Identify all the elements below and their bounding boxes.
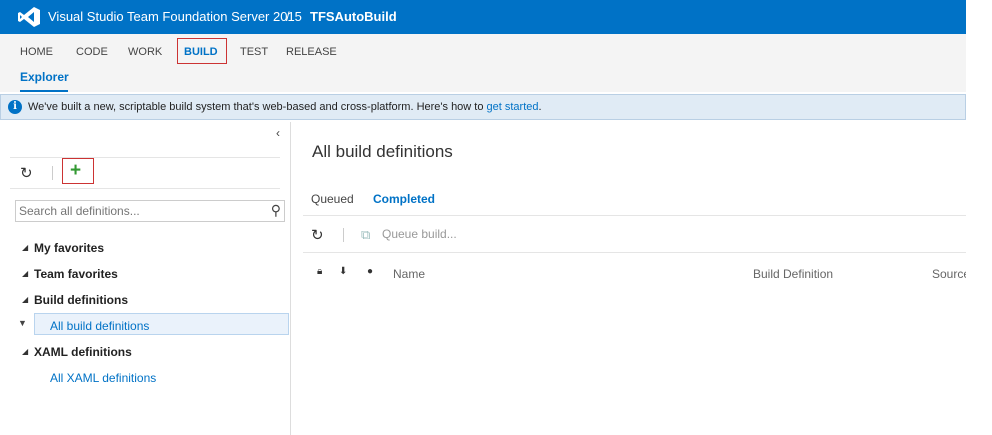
- tree-item-label: XAML definitions: [34, 345, 132, 359]
- product-name[interactable]: Visual Studio Team Foundation Server 201…: [48, 9, 302, 24]
- top-bar: Visual Studio Team Foundation Server 201…: [0, 0, 966, 34]
- toolbar-divider: [343, 228, 344, 242]
- hub-build[interactable]: BUILD: [184, 46, 218, 58]
- definitions-pane: ‹ ↻ + ⚲ ◢ My favorites ◢ Team favorites …: [0, 122, 291, 435]
- plus-icon: +: [70, 160, 82, 181]
- search-icon[interactable]: ⚲: [271, 202, 281, 219]
- hub-test[interactable]: TEST: [240, 46, 268, 58]
- project-name[interactable]: TFSAutoBuild: [310, 9, 397, 24]
- tree-item-all-xaml-definitions[interactable]: All XAML definitions: [50, 371, 156, 385]
- toolbar-divider: [52, 166, 53, 180]
- info-banner-message: We've built a new, scriptable build syst…: [28, 101, 487, 113]
- tree-item-label: My favorites: [34, 241, 105, 255]
- collapsed-triangle-icon[interactable]: ◢: [22, 243, 28, 252]
- refresh-icon[interactable]: ↻: [20, 164, 33, 182]
- refresh-icon[interactable]: ↻: [311, 226, 324, 244]
- collapsed-triangle-icon[interactable]: ◢: [22, 269, 28, 278]
- retain-lock-icon[interactable]: 🔒︎: [317, 266, 322, 277]
- tab-completed[interactable]: Completed: [373, 192, 435, 206]
- tab-explorer[interactable]: Explorer: [20, 70, 69, 84]
- hub-work[interactable]: WORK: [128, 46, 162, 58]
- info-status-icon[interactable]: ●: [367, 266, 373, 277]
- column-header-source[interactable]: Source: [932, 267, 966, 281]
- info-icon: i: [8, 100, 22, 114]
- expanded-triangle-icon[interactable]: ▼: [18, 318, 27, 328]
- new-definition-button[interactable]: +: [62, 158, 94, 184]
- expanded-triangle-icon[interactable]: ◢: [22, 295, 28, 304]
- tree-item-label: Team favorites: [34, 267, 118, 281]
- search-input[interactable]: [19, 202, 259, 220]
- column-header-name[interactable]: Name: [393, 267, 425, 281]
- tab-queued[interactable]: Queued: [311, 192, 354, 206]
- search-definitions: ⚲: [15, 200, 285, 222]
- get-started-link[interactable]: get started: [487, 101, 539, 113]
- info-banner-suffix: .: [538, 101, 542, 113]
- builds-toolbar: ↻ ⧉ Queue build...: [303, 215, 966, 253]
- info-banner-text: We've built a new, scriptable build syst…: [28, 101, 542, 113]
- tree-item-all-build-definitions[interactable]: All build definitions: [50, 319, 149, 333]
- reason-icon[interactable]: ⬇: [339, 266, 347, 277]
- tree-item-label: Build definitions: [34, 293, 128, 307]
- queue-build-button[interactable]: Queue build...: [382, 227, 457, 241]
- page-title: All build definitions: [312, 142, 453, 161]
- hub-release[interactable]: RELEASE: [286, 46, 337, 58]
- hub-navigation: HOME CODE WORK BUILD TEST RELEASE Explor…: [0, 34, 966, 92]
- main-content: All build definitions Queued Completed ↻…: [291, 122, 966, 435]
- queue-build-icon: ⧉: [361, 227, 371, 242]
- definitions-toolbar: ↻ +: [10, 157, 280, 189]
- breadcrumb-separator: /: [286, 9, 290, 24]
- expanded-triangle-icon[interactable]: ◢: [22, 347, 28, 356]
- hub-home[interactable]: HOME: [20, 46, 53, 58]
- column-header-build-definition[interactable]: Build Definition: [753, 267, 833, 281]
- visual-studio-logo-icon[interactable]: [18, 7, 40, 27]
- tab-explorer-underline: [20, 90, 68, 92]
- info-banner: i We've built a new, scriptable build sy…: [0, 94, 966, 120]
- hub-code[interactable]: CODE: [76, 46, 108, 58]
- chevron-left-icon[interactable]: ‹: [276, 126, 280, 140]
